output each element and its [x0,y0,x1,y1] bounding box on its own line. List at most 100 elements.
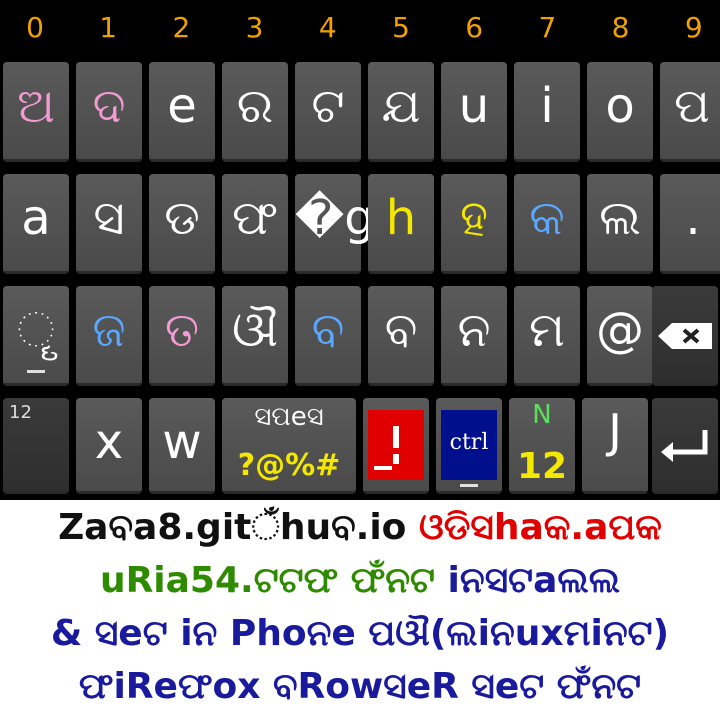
key-r2-c3[interactable]: ଡ [149,174,215,274]
key-label: ଲ [599,190,641,246]
space-key-label: ସପeସ [254,402,324,432]
enter-key[interactable] [652,398,718,494]
symbols-key-label: 12 [9,402,32,423]
key-label: ପ [674,78,710,134]
key-label: ମ [529,302,565,358]
key-r1-c1[interactable]: ଅ [3,62,69,162]
key-r3-c2[interactable]: ଜ [76,286,142,386]
key-label: କ [529,190,565,246]
enter-icon [661,430,708,462]
numbers-key-bottom: 12 [516,446,568,487]
numbers-key[interactable]: N 12 [509,398,575,494]
key-w[interactable]: w [149,398,215,494]
key-underline [27,370,45,373]
key-label: ଫ [231,190,279,246]
key-label: @ [596,302,644,358]
key-label: ୄ [17,302,55,358]
key-label: ବ [311,302,345,358]
key-w-label: w [162,414,202,470]
key-r3-c6[interactable]: ବ [368,286,434,386]
key-r3-c9[interactable]: @ [587,286,653,386]
caption-text: iନସଟaଲଲ [447,560,621,601]
key-r2-c4[interactable]: ଫ [222,174,288,274]
digit-6: 6 [465,11,484,44]
key-r1-c8[interactable]: i [514,62,580,162]
key-j[interactable]: J [582,398,648,494]
caption-line-4: ଫiReଫox ବRowସeR ସeଟ ଫଁନଟ [0,663,720,711]
digit-8: 8 [611,11,630,44]
key-label: ଯ [381,78,421,134]
key-r1-c7[interactable]: u [441,62,507,162]
key-r1-c5[interactable]: ଟ [295,62,361,162]
ctrl-key-box: ctrl [441,410,497,480]
space-key[interactable]: ସପeସ ?@%# [222,398,356,494]
key-label: h [385,190,417,246]
key-label: ହ [460,190,488,246]
key-label: u [458,78,490,134]
key-r1-c4[interactable]: ର [222,62,288,162]
key-r3-c8[interactable]: ମ [514,286,580,386]
key-r3-c3[interactable]: ତ [149,286,215,386]
key-r2-c5[interactable]: �g [295,174,375,274]
key-r2-c6[interactable]: h [368,174,434,274]
key-label: e [167,78,197,134]
key-r2-c10[interactable]: . [660,174,720,274]
caption-line-2: uRia54.ଟଟଫ ଫଁନଟ iନସଟaଲଲ [0,557,720,605]
key-label: ନ [457,302,491,358]
key-label: ଅ [17,78,55,134]
key-j-label: J [608,404,622,458]
caption-text: uRia54.ଟଟଫ ଫଁନଟ [99,560,448,601]
key-r3-c5[interactable]: ବ [295,286,361,386]
key-r1-c2[interactable]: ଦ [76,62,142,162]
ctrl-underline [460,484,478,487]
cursor-key[interactable] [363,398,429,494]
caption-text: ଓଡିସhaକ.aପକ [418,507,662,548]
ctrl-key-label: ctrl [449,430,489,455]
digit-row: 0 1 2 3 4 5 6 7 8 9 [0,0,720,52]
space-key-symbols: ?@%# [237,448,341,483]
digit-5: 5 [392,11,410,44]
key-r3-c4[interactable]: ଔ [222,286,288,386]
key-label: ସ [93,190,125,246]
key-label: ଔ [231,302,279,358]
key-label: ଡ [164,190,200,246]
digit-9: 9 [684,11,703,44]
caption-text: ଫiReଫox ବRowସeR ସeଟ ଫଁନଟ [78,666,642,707]
key-label: ବ [384,302,418,358]
key-label: �g [295,190,375,246]
numbers-key-top: N [532,400,552,430]
backspace-key[interactable] [652,286,718,386]
caption-text: Zaବa8.gitଁhuବ.io [58,507,419,548]
key-r3-c1[interactable]: ୄ [3,286,69,386]
key-r3-c7[interactable]: ନ [441,286,507,386]
key-r1-c3[interactable]: e [149,62,215,162]
key-r2-c2[interactable]: ସ [76,174,142,274]
key-r1-c6[interactable]: ଯ [368,62,434,162]
key-r1-c10[interactable]: ପ [660,62,720,162]
symbols-key[interactable]: 12 [3,398,69,494]
key-label: ର [236,78,274,134]
digit-4: 4 [318,11,337,44]
key-x[interactable]: x [76,398,142,494]
key-r2-c8[interactable]: କ [514,174,580,274]
keyboard: 0123456789 ଅ ଦ e ର ଟ ଯ u i o ପ a ସ ଡ ଫ �g h ହ କ ଲ.ୄ ଜ ତ ଔ ବ ବ ନ ମ… [0,0,720,500]
key-r1-c9[interactable]: o [587,62,653,162]
key-label: i [540,78,554,134]
digit-3: 3 [245,11,264,44]
caption-area: Zaବa8.gitଁhuବ.io ଓଡିସhaକ.aପକ uRia54.ଟଟଫ ଫ… [0,500,720,720]
caption-line-1: Zaବa8.gitଁhuବ.io ଓଡିସhaକ.aପକ [0,504,720,552]
key-r2-c9[interactable]: ଲ [587,174,653,274]
key-label: . [685,190,701,246]
digit-1: 1 [99,11,118,44]
caption-line-3: & ସeଟ iନ Phoନe ପଔ(ଲiନuxମiନଟ) [0,610,720,658]
key-label: o [605,78,635,134]
key-label: a [21,190,51,246]
key-label: ଦ [92,78,126,134]
digit-2: 2 [172,11,191,44]
key-label: ଟ [311,78,345,134]
backspace-icon [658,323,712,349]
key-r2-c7[interactable]: ହ [441,174,507,274]
key-r2-c1[interactable]: a [3,174,69,274]
ctrl-key[interactable]: ctrl [436,398,502,494]
digit-7: 7 [538,11,557,44]
